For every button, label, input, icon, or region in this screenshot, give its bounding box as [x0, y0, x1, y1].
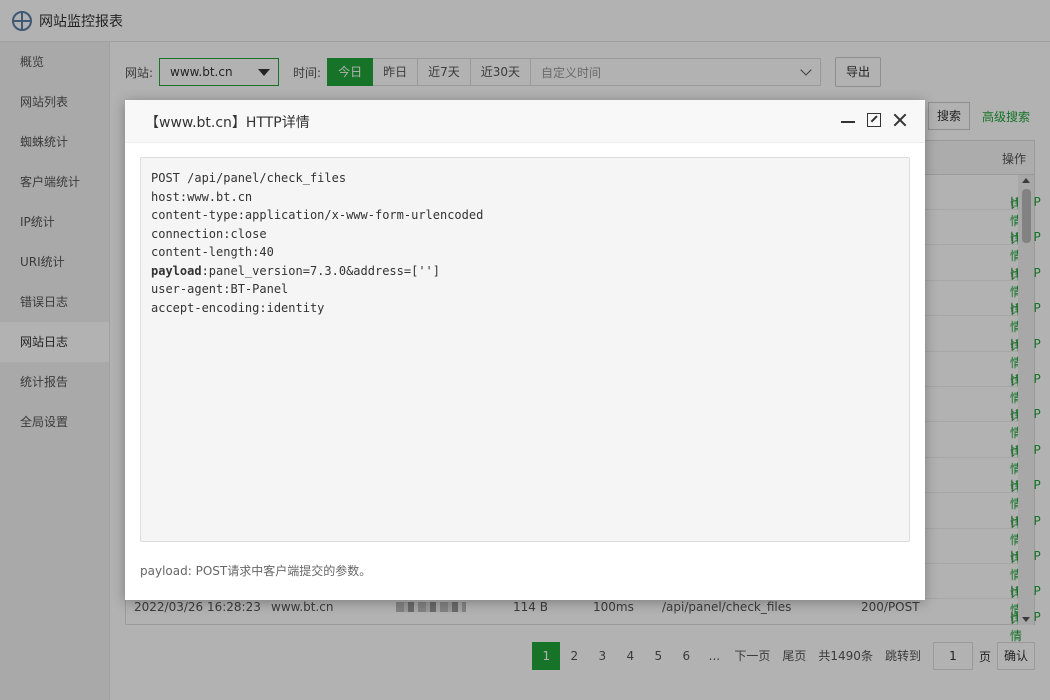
maximize-icon[interactable]: [867, 113, 881, 127]
close-icon[interactable]: [893, 113, 907, 127]
code-line-payload: payload:panel_version=7.3.0&address=['']: [151, 263, 440, 278]
code-line: content-length:40: [151, 245, 274, 259]
modal-header: 【www.bt.cn】HTTP详情: [125, 100, 925, 143]
http-detail-modal: 【www.bt.cn】HTTP详情 POST /api/panel/check_…: [125, 100, 925, 600]
code-line: connection:close: [151, 226, 267, 241]
payload-note: payload: POST请求中客户端提交的参数。: [140, 564, 372, 578]
http-request-content: POST /api/panel/check_files host:www.bt.…: [140, 157, 910, 542]
modal-controls: [841, 113, 907, 127]
minimize-icon[interactable]: [841, 121, 855, 123]
code-line: host:www.bt.cn: [151, 189, 253, 204]
modal-title: 【www.bt.cn】HTTP详情: [145, 115, 310, 131]
code-line: user-agent:BT-Panel: [151, 282, 289, 296]
code-line: POST /api/panel/check_files: [151, 171, 347, 185]
code-line: accept-encoding:identity: [151, 300, 325, 315]
code-line: content-type:application/x-www-form-urle…: [151, 208, 484, 222]
